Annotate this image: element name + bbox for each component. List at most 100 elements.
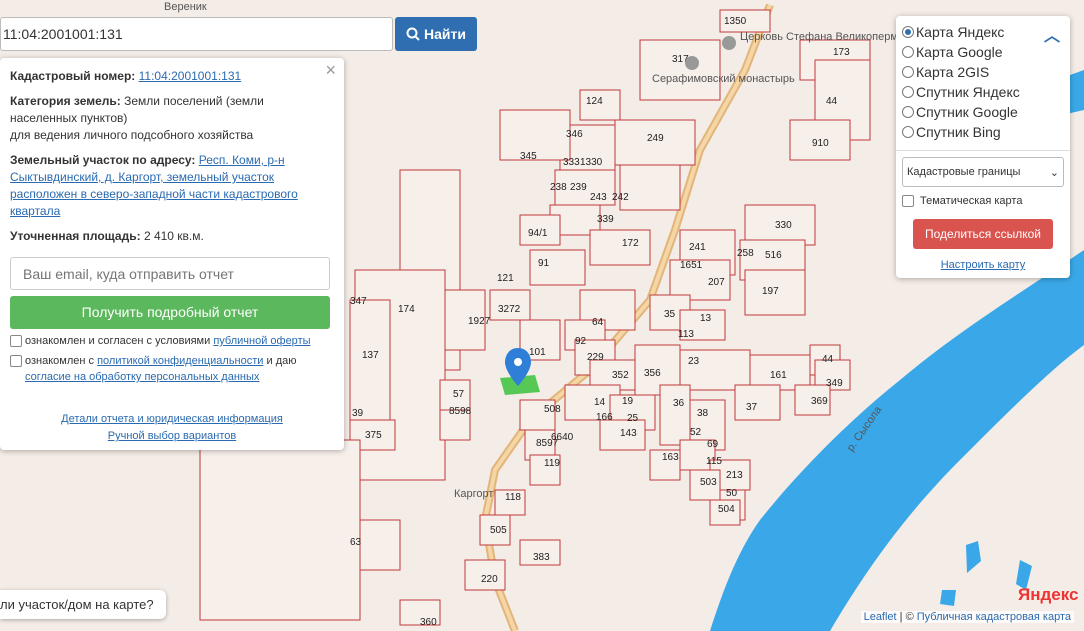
privacy-checkbox[interactable] (10, 355, 22, 367)
consent2-mid: и даю (266, 355, 297, 367)
parcel-number: 197 (762, 286, 779, 297)
parcel-number: 383 (533, 552, 550, 563)
parcel-number: 166 (596, 412, 613, 423)
offer-consent[interactable]: ознакомлен и согласен с условиями публич… (10, 333, 334, 349)
parcel-number: 369 (811, 396, 828, 407)
thematic-checkbox[interactable] (902, 195, 914, 207)
layer-option-google-sat[interactable]: Спутник Google (902, 102, 1064, 122)
parcel-number: 118 (505, 492, 521, 503)
parcel-number: 249 (647, 133, 664, 144)
parcel-number: 163 (662, 452, 679, 463)
parcel-number: 1350 (724, 16, 747, 27)
chevron-up-icon[interactable]: ︿ (1044, 22, 1060, 46)
parcel-number: 173 (833, 47, 850, 58)
cadastral-label: Кадастровый номер: (10, 69, 136, 83)
purpose-value: для ведения личного подсобного хозяйства (10, 128, 254, 142)
radio-selected[interactable] (902, 26, 914, 38)
personal-data-link[interactable]: согласие на обработку персональных данны… (25, 371, 259, 383)
overlay-select[interactable]: Кадастровые границы ⌄ (902, 157, 1064, 187)
offer-checkbox[interactable] (10, 335, 22, 347)
parcel-number: 504 (718, 504, 735, 515)
address-label: Земельный участок по адресу: (10, 153, 196, 167)
parcel-number: 258 (737, 248, 754, 259)
parcel-number: 239 (570, 182, 587, 193)
layer-label: Спутник Яндекс (916, 84, 1020, 100)
category-label: Категория земель: (10, 94, 121, 108)
parcel-number: 36 (673, 398, 685, 409)
parcel[interactable] (589, 229, 651, 266)
radio[interactable] (902, 46, 914, 58)
parcel-number: 37 (746, 402, 758, 413)
pkk-link[interactable]: Публичная кадастровая карта (917, 611, 1071, 623)
parcel-number: 220 (481, 574, 498, 585)
leaflet-link[interactable]: Leaflet (864, 611, 897, 623)
get-report-button[interactable]: Получить подробный отчет (10, 296, 330, 329)
parcel-number: 172 (622, 238, 639, 249)
parcel-number: 161 (770, 370, 787, 381)
parcel[interactable] (639, 39, 721, 101)
parcel-number: 14 (594, 397, 606, 408)
pond (940, 590, 956, 606)
share-link-button[interactable]: Поделиться ссылкой (913, 219, 1053, 249)
radio[interactable] (902, 106, 914, 118)
radio[interactable] (902, 126, 914, 138)
search-input[interactable] (1, 18, 392, 50)
parcel-number: 124 (586, 96, 603, 107)
privacy-consent[interactable]: ознакомлен с политикой конфиденциальност… (10, 353, 334, 385)
layer-option-google-map[interactable]: Карта Google (902, 42, 1064, 62)
search-field[interactable] (0, 17, 393, 51)
parcel[interactable] (659, 384, 691, 446)
parcel-number: 6640 (551, 432, 574, 443)
radio[interactable] (902, 86, 914, 98)
thematic-toggle[interactable]: Тематическая карта (902, 195, 1064, 207)
layer-label: Спутник Bing (916, 124, 1001, 140)
layer-option-bing-sat[interactable]: Спутник Bing (902, 122, 1064, 142)
parcel[interactable] (619, 164, 681, 211)
radio[interactable] (902, 66, 914, 78)
layer-label: Карта Google (916, 44, 1003, 60)
parcel-number: 113 (678, 329, 694, 340)
parcel-number: 137 (362, 350, 379, 361)
parcel-number: 213 (726, 470, 743, 481)
setup-map-link[interactable]: Настроить карту (902, 259, 1064, 271)
cadastral-link[interactable]: 11:04:2001001:131 (139, 69, 242, 83)
layer-label: Карта 2GIS (916, 64, 990, 80)
find-parcel-hint-text: ли участок/дом на карте? (0, 597, 154, 612)
parcel-number: 1330 (580, 157, 603, 168)
parcel-number: 241 (689, 242, 706, 253)
overlay-select-value: Кадастровые границы (907, 166, 1021, 178)
parcel-number: 91 (538, 258, 550, 269)
privacy-link[interactable]: политикой конфиденциальности (97, 355, 263, 367)
parcel-number: 330 (775, 220, 792, 231)
parcel-number: 910 (812, 138, 829, 149)
parcel-number: 121 (497, 273, 514, 284)
parcel-number: 352 (612, 370, 629, 381)
details-link[interactable]: Детали отчета и юридическая информация (61, 413, 283, 425)
layer-option-2gis-map[interactable]: Карта 2GIS (902, 62, 1064, 82)
parcel-number: 174 (398, 304, 415, 315)
parcel-number: 345 (520, 151, 537, 162)
offer-link[interactable]: публичной оферты (213, 335, 310, 347)
parcel[interactable] (199, 439, 361, 621)
parcel-number: 375 (365, 430, 382, 441)
monastery-label: Серафимовский монастырь (652, 73, 795, 85)
parcel[interactable] (734, 384, 781, 421)
parcel-number: 35 (664, 309, 676, 320)
layer-option-yandex-sat[interactable]: Спутник Яндекс (902, 82, 1064, 102)
find-parcel-hint[interactable]: ли участок/дом на карте? (0, 590, 166, 619)
parcel-number: 94/1 (528, 228, 548, 239)
parcel-number: 238 (550, 182, 567, 193)
close-icon[interactable]: × (325, 61, 336, 79)
place-label-top: Вереник (164, 1, 207, 13)
manual-choice-link[interactable]: Ручной выбор вариантов (108, 430, 236, 442)
parcel-number: 508 (544, 404, 561, 415)
parcel-number: 1927 (468, 316, 491, 327)
email-input[interactable] (10, 257, 330, 290)
parcel-number: 39 (352, 408, 364, 419)
search-button[interactable]: Найти (395, 17, 477, 51)
parcel-number: 57 (453, 389, 465, 400)
map-attribution: Leaflet | © Публичная кадастровая карта (860, 611, 1074, 623)
layer-option-yandex-map[interactable]: Карта Яндекс (902, 22, 1064, 42)
layer-label: Карта Яндекс (916, 24, 1005, 40)
parcel-number: 346 (566, 129, 583, 140)
